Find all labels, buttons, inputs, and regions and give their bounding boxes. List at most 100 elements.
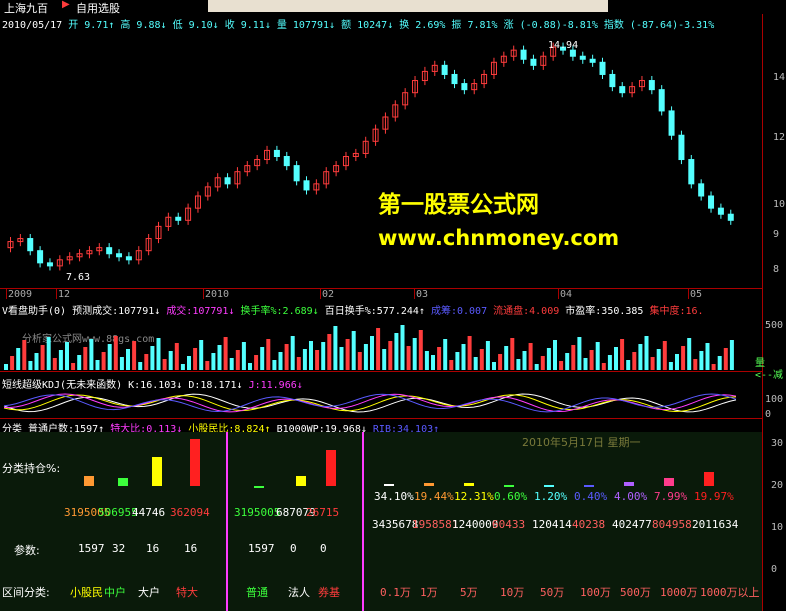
range-label: 1000万以上 xyxy=(700,586,760,599)
volume-bar xyxy=(388,341,393,370)
pct-value: 4.00% xyxy=(614,490,648,503)
holding-bar xyxy=(664,478,674,486)
bottom-tick: 20 xyxy=(771,480,784,491)
range-label: 1万 xyxy=(420,586,438,599)
range-label: 10万 xyxy=(500,586,525,599)
kdj-chart[interactable] xyxy=(0,388,762,418)
volume-bar xyxy=(418,330,423,370)
volume-bar xyxy=(510,338,515,370)
volume-bar xyxy=(485,341,490,370)
volume-bar xyxy=(223,337,228,370)
volume-bar xyxy=(290,336,295,370)
pct-value: 1.20% xyxy=(534,490,568,503)
separator xyxy=(362,432,364,611)
volume-bar xyxy=(77,355,82,370)
price-axis: 14 12 10 9 8 500 量 <--减 100 0 30 20 10 0 xyxy=(755,14,786,611)
volume-tick: 500 xyxy=(765,320,784,331)
time-tick: 12 xyxy=(58,289,71,300)
range-value: 40238 xyxy=(572,518,606,531)
volume-bar xyxy=(28,361,33,370)
toolbar xyxy=(208,0,608,12)
holding-bar xyxy=(544,485,554,487)
volume-bar xyxy=(187,356,191,370)
price-tick: 9 xyxy=(773,229,780,240)
volume-bar xyxy=(52,358,57,370)
range-value: 60433 xyxy=(492,518,526,531)
volume-bar xyxy=(559,361,564,370)
price-tick: 10 xyxy=(773,199,786,210)
volume-bar xyxy=(284,344,289,370)
volume-bar xyxy=(46,337,51,370)
pct-value: 0.40% xyxy=(574,490,608,503)
volume-bar xyxy=(553,340,557,370)
holding-bar xyxy=(384,484,394,486)
play-icon[interactable]: ▶ xyxy=(62,0,70,10)
volume-bar xyxy=(644,336,649,370)
candle-body xyxy=(175,216,182,221)
candle-body xyxy=(599,61,606,75)
param-value: 0 xyxy=(290,542,297,555)
volume-bar xyxy=(351,331,356,370)
panel-date: 2010年5月17日 星期一 xyxy=(522,436,641,449)
title-bar: 上海九百 ▶ 自用选股 xyxy=(0,0,786,16)
range-label: 0.1万 xyxy=(380,586,411,599)
volume-bar xyxy=(174,343,179,370)
holding-bar xyxy=(424,483,434,486)
volume-bar xyxy=(58,350,63,370)
volume-bar xyxy=(217,345,222,370)
candle-body xyxy=(678,134,685,161)
candle-body xyxy=(451,73,458,85)
volume-bar xyxy=(461,344,466,370)
volume-bar xyxy=(65,342,69,370)
volume-bar xyxy=(241,342,246,370)
volume-bar xyxy=(437,347,442,370)
volume-bar xyxy=(729,340,734,370)
volume-bar xyxy=(119,357,124,370)
volume-bar xyxy=(583,358,588,370)
volume-bar xyxy=(156,338,161,370)
volume-bar xyxy=(675,354,679,370)
range-label: 1000万 xyxy=(660,586,698,599)
volume-bar xyxy=(406,346,411,370)
volume-bar xyxy=(522,351,527,370)
volume-bar xyxy=(229,358,234,370)
bottom-tick: 10 xyxy=(771,522,784,533)
volume-bar xyxy=(89,339,94,370)
category-label: 大户 xyxy=(138,586,160,599)
volume-bar xyxy=(601,363,606,370)
candle-body xyxy=(461,83,468,91)
volume-bar xyxy=(235,350,240,370)
holding-value: 26715 xyxy=(306,506,340,519)
volume-tick: <--减 xyxy=(755,370,784,381)
menu-item[interactable]: 自用选股 xyxy=(76,0,120,16)
candle-body xyxy=(303,180,310,191)
kdj-line xyxy=(3,393,737,413)
candle-body xyxy=(283,156,290,167)
volume-chart[interactable] xyxy=(0,314,762,370)
volume-bar xyxy=(571,345,576,370)
volume-bar xyxy=(248,363,252,370)
volume-bar xyxy=(132,341,137,370)
volume-bar xyxy=(711,364,716,370)
param-value: 0 xyxy=(320,542,327,555)
volume-bar xyxy=(400,325,405,370)
volume-bar xyxy=(656,349,661,370)
candle-body xyxy=(273,149,280,158)
volume-bar xyxy=(315,350,320,370)
volume-bar xyxy=(345,339,350,370)
range-label: 500万 xyxy=(620,586,651,599)
holding-value: 44746 xyxy=(132,506,166,519)
pct-value: 7.99% xyxy=(654,490,688,503)
range-value: 804958 xyxy=(652,518,692,531)
stock-name[interactable]: 上海九百 xyxy=(4,0,48,16)
volume-bar xyxy=(424,351,429,370)
volume-bar xyxy=(565,353,570,370)
time-tick: 2009 xyxy=(8,289,33,300)
candle-body xyxy=(688,159,695,185)
candle-body xyxy=(27,238,34,252)
volume-bar xyxy=(546,348,551,370)
volume-bar xyxy=(266,339,271,370)
candle-body xyxy=(441,64,448,75)
candle-body xyxy=(224,177,231,185)
candle-body xyxy=(106,247,113,255)
